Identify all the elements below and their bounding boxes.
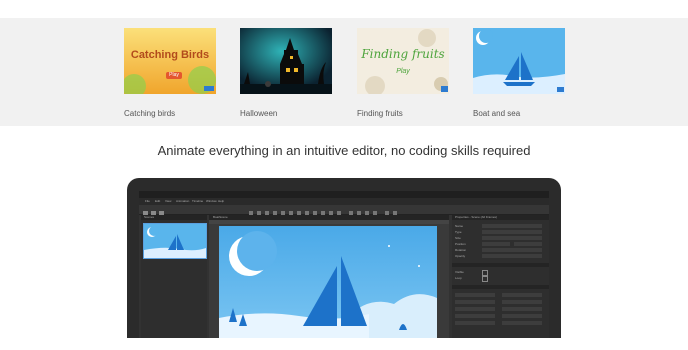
thumbnail-catching-birds[interactable]: Catching Birds Play: [124, 28, 216, 94]
gallery-caption[interactable]: Halloween: [240, 109, 277, 118]
scenes-panel: Scenes: [141, 215, 207, 338]
property-label: Position: [455, 242, 466, 246]
canvas-panel-title: BoatScene: [213, 215, 228, 219]
thumbnail-boat-and-sea[interactable]: [473, 28, 565, 94]
property-field[interactable]: [482, 230, 542, 234]
template-gallery: Catching Birds Play Catching birds Hallo…: [0, 18, 688, 126]
thumbnail-halloween[interactable]: [240, 28, 332, 94]
property-field[interactable]: [455, 307, 495, 311]
scenes-panel-title: Scenes: [144, 215, 155, 219]
gallery-caption[interactable]: Boat and sea: [473, 109, 520, 118]
gallery-caption[interactable]: Finding fruits: [357, 109, 403, 118]
property-field[interactable]: [502, 307, 542, 311]
editor-toolbar: [139, 205, 549, 216]
property-field[interactable]: [502, 321, 542, 325]
top-strip: [0, 0, 688, 18]
properties-panel: Properties - Scene (All Frames) Name Typ…: [452, 215, 549, 338]
properties-panel-title: Properties - Scene (All Frames): [455, 215, 498, 219]
gallery-card-finding-fruits[interactable]: Finding fruits Play Finding fruits: [357, 28, 449, 118]
boat-and-sea-image: [473, 28, 565, 94]
menu-window[interactable]: Window: [206, 200, 217, 203]
property-field[interactable]: [502, 300, 542, 304]
editor-menubar: File Edit View Animation Timeline Window…: [139, 198, 549, 205]
menu-help[interactable]: Help: [218, 200, 224, 203]
property-field[interactable]: [502, 293, 542, 297]
property-field[interactable]: [455, 300, 495, 304]
gallery-card-catching-birds[interactable]: Catching Birds Play Catching birds: [124, 28, 216, 118]
gallery-card-halloween[interactable]: Halloween: [240, 28, 332, 118]
property-field[interactable]: [455, 293, 495, 297]
property-field[interactable]: [482, 236, 542, 240]
property-field[interactable]: [455, 321, 495, 325]
property-label: Visible: [455, 270, 464, 274]
thumbnail-finding-fruits[interactable]: Finding fruits Play: [357, 28, 449, 94]
thumb-play-label: Play: [169, 72, 179, 78]
property-field[interactable]: [455, 314, 495, 318]
horizontal-ruler: [209, 220, 449, 224]
thumb-title: Finding fruits: [361, 47, 445, 61]
section-headline: Animate everything in an intuitive edito…: [157, 143, 531, 158]
gallery-card-boat-and-sea[interactable]: Boat and sea: [473, 28, 565, 118]
menu-view[interactable]: View: [165, 200, 171, 203]
finding-fruits-image: [357, 28, 449, 94]
property-field[interactable]: [502, 314, 542, 318]
thumb-play-label[interactable]: Play: [393, 68, 413, 75]
halloween-image: [240, 28, 332, 94]
gallery-caption[interactable]: Catching birds: [124, 109, 175, 118]
property-label: Size: [455, 236, 461, 240]
laptop-frame: File Edit View Animation Timeline Window…: [127, 178, 561, 338]
catching-birds-image: [124, 28, 216, 94]
property-field[interactable]: [482, 224, 542, 228]
menu-file[interactable]: File: [145, 200, 150, 203]
scene-thumbnail[interactable]: [143, 223, 207, 259]
property-label: Name: [455, 224, 464, 228]
loop-checkbox[interactable]: [482, 276, 488, 282]
editor-titlebar: [139, 191, 549, 198]
menu-animation[interactable]: Animation: [176, 200, 189, 203]
property-label: Type: [455, 230, 462, 234]
property-label: Rotation: [455, 248, 467, 252]
property-label: Loop: [455, 276, 462, 280]
property-field[interactable]: [482, 242, 510, 246]
menu-edit[interactable]: Edit: [155, 200, 160, 203]
property-field[interactable]: [514, 242, 542, 246]
editor-screen: File Edit View Animation Timeline Window…: [139, 191, 549, 338]
property-field[interactable]: [482, 248, 542, 252]
thumb-title: Catching Birds: [130, 49, 210, 61]
canvas-panel: BoatScene: [209, 215, 449, 338]
property-field[interactable]: [482, 254, 542, 258]
property-label: Opacity: [455, 254, 466, 258]
canvas-artwork[interactable]: [219, 226, 437, 338]
menu-timeline[interactable]: Timeline: [192, 200, 203, 203]
